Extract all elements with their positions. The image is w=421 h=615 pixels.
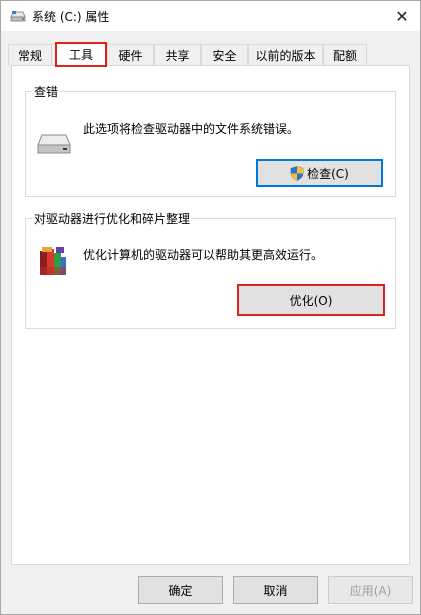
error-check-title: 查错: [32, 83, 61, 100]
window-title: 系统 (C:) 属性: [32, 10, 110, 24]
apply-button-label: 应用(A): [349, 583, 392, 598]
uac-shield-icon: [290, 165, 304, 181]
check-button-label: 检查(C): [307, 166, 349, 181]
tab-tools[interactable]: 工具: [55, 42, 107, 67]
tab-general[interactable]: 常规: [8, 44, 52, 65]
ok-button[interactable]: 确定: [138, 576, 223, 604]
tab-hardware[interactable]: 硬件: [107, 44, 154, 65]
drive-title-icon: [10, 11, 26, 22]
tab-security[interactable]: 安全: [201, 44, 248, 65]
drive-icon: [37, 134, 71, 154]
error-check-group: 查错 此选项将检查驱动器中的文件系统错误。 检查(C): [25, 83, 396, 197]
tab-previous-versions[interactable]: 以前的版本: [248, 44, 323, 65]
defrag-icon: [40, 247, 66, 275]
properties-window: 系统 (C:) 属性 ✕ 常规 工具 硬件 共享 安全 以前的版本 配额 查错 …: [0, 0, 421, 615]
close-icon: ✕: [395, 6, 409, 26]
optimize-button-label: 优化(O): [289, 293, 333, 308]
cancel-button-label: 取消: [263, 583, 288, 598]
check-button[interactable]: 检查(C): [256, 159, 383, 187]
optimize-description: 优化计算机的驱动器可以帮助其更高效运行。: [83, 248, 324, 262]
cancel-button[interactable]: 取消: [233, 576, 318, 604]
tab-sharing[interactable]: 共享: [154, 44, 201, 65]
optimize-button[interactable]: 优化(O): [237, 284, 385, 316]
tools-panel: 查错 此选项将检查驱动器中的文件系统错误。 检查(C) 对驱动器进行优化和碎片整…: [11, 65, 410, 565]
optimize-title: 对驱动器进行优化和碎片整理: [32, 210, 193, 227]
error-check-description: 此选项将检查驱动器中的文件系统错误。: [83, 122, 300, 136]
optimize-group: 对驱动器进行优化和碎片整理 优化计算机的驱动器可以帮助其更高效运行。 优化(O): [25, 210, 396, 329]
title-bar: 系统 (C:) 属性 ✕: [1, 1, 420, 31]
close-button[interactable]: ✕: [384, 1, 420, 31]
ok-button-label: 确定: [168, 583, 193, 598]
apply-button[interactable]: 应用(A): [328, 576, 413, 604]
tab-quota[interactable]: 配额: [323, 44, 367, 65]
